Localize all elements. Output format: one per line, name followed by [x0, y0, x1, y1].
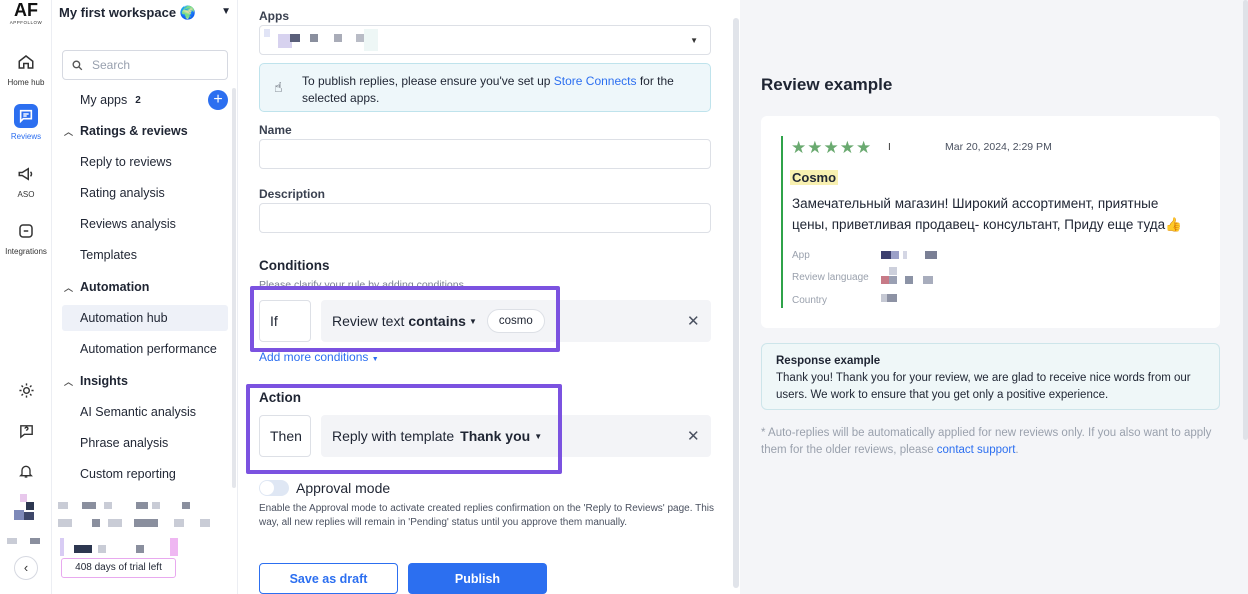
conditions-title: Conditions	[259, 258, 330, 273]
review-date: Mar 20, 2024, 2:29 PM	[945, 141, 1052, 153]
add-more-conditions-link[interactable]: Add more conditions ▼	[259, 350, 379, 364]
auto-reply-footnote: * Auto-replies will be automatically app…	[761, 427, 1212, 456]
meta-language-label: Review language	[792, 272, 869, 283]
sidebar-item-reviews-analysis[interactable]: Reviews analysis	[52, 211, 238, 237]
store-connects-notice: ☝ To publish replies, please ensure you'…	[259, 63, 711, 112]
remove-action-icon[interactable]: ✕	[687, 427, 700, 445]
apps-label: Apps	[259, 9, 289, 23]
sidebar-item-templates[interactable]: Templates	[52, 242, 238, 268]
review-text: Замечательный магазин! Широкий ассортиме…	[792, 196, 1182, 232]
sidebar-section-insights[interactable]: ︿ Insights	[52, 368, 238, 394]
workspace-switcher[interactable]: My first workspace 🌍 ▼	[59, 4, 231, 22]
sidebar-item-my-apps[interactable]: My apps 2 +	[52, 87, 238, 113]
appfollow-logo[interactable]: AF APPFOLLOW	[6, 0, 46, 25]
star-rating: ★★★★★	[791, 138, 873, 157]
theme-icon[interactable]	[16, 380, 36, 400]
collapse-sidebar-button[interactable]: ‹	[14, 556, 38, 580]
review-preview-panel: Review example ★★★★★ I Mar 20, 2024, 2:2…	[740, 0, 1248, 594]
sidebar-section-automation[interactable]: ︿ Automation	[52, 274, 238, 300]
remove-condition-icon[interactable]: ✕	[687, 312, 700, 330]
chevron-down-icon: ▼	[221, 6, 231, 17]
name-input[interactable]	[259, 139, 711, 169]
sidebar-item-ai-semantic-analysis[interactable]: AI Semantic analysis	[52, 399, 238, 425]
apps-select[interactable]: ▼	[259, 25, 711, 55]
description-input[interactable]	[259, 203, 711, 233]
home-icon	[14, 50, 38, 74]
sidebar-scrollbar[interactable]	[232, 88, 236, 488]
meta-app-label: App	[792, 250, 810, 261]
automation-rule-form: Apps ▼ ☝ To publish replies, please ensu…	[238, 0, 733, 594]
bell-icon[interactable]	[16, 461, 36, 481]
trial-badge[interactable]: 408 days of trial left	[61, 558, 176, 578]
highlight-box	[246, 384, 562, 474]
chevron-up-icon: ︿	[64, 126, 74, 137]
caret-down-icon: ▼	[371, 356, 379, 363]
chevron-up-icon: ︿	[64, 282, 74, 293]
separator: I	[888, 142, 891, 153]
help-icon[interactable]	[16, 421, 36, 441]
response-example-text: Thank you! Thank you for your review, we…	[776, 372, 1191, 401]
rail-integrations[interactable]: Integrations	[0, 219, 52, 256]
left-rail: AF APPFOLLOW Home hub Reviews ASO Integr…	[0, 0, 52, 594]
response-example: Response example Thank you! Thank you fo…	[761, 343, 1220, 410]
review-example-title: Review example	[761, 75, 893, 94]
sidebar-item-phrase-analysis[interactable]: Phrase analysis	[52, 430, 238, 456]
avatar[interactable]	[14, 494, 40, 528]
review-example-card: ★★★★★ I Mar 20, 2024, 2:29 PM Cosmo Заме…	[761, 116, 1220, 328]
sidebar-item-reply-to-reviews[interactable]: Reply to reviews	[52, 149, 238, 175]
review-author: Cosmo	[790, 170, 839, 185]
sidebar-item-rating-analysis[interactable]: Rating analysis	[52, 180, 238, 206]
megaphone-icon	[14, 162, 38, 186]
contact-support-link[interactable]: contact support	[937, 444, 1016, 456]
approval-mode-description: Enable the Approval mode to activate cre…	[259, 503, 714, 528]
sidebar-item-custom-reporting[interactable]: Custom reporting	[52, 461, 238, 487]
approval-mode-label: Approval mode	[296, 480, 391, 496]
rail-aso[interactable]: ASO	[0, 162, 52, 199]
user-name-blur	[7, 538, 17, 544]
rail-reviews[interactable]: Reviews	[0, 104, 52, 141]
review-accent-bar	[781, 136, 783, 308]
main-scrollbar[interactable]	[733, 18, 739, 588]
chevron-down-icon: ▼	[690, 36, 698, 45]
sidebar-item-automation-performance[interactable]: Automation performance	[52, 336, 238, 362]
pointing-hand-icon: ☝	[274, 79, 283, 95]
sidebar-item-automation-hub[interactable]: Automation hub	[62, 305, 228, 331]
response-example-title: Response example	[776, 355, 881, 367]
search-input[interactable]: Search	[62, 50, 228, 80]
search-icon	[72, 59, 83, 70]
highlight-box	[250, 286, 560, 352]
chat-icon	[14, 104, 38, 128]
meta-country-label: Country	[792, 295, 828, 306]
name-label: Name	[259, 123, 292, 137]
store-connects-link[interactable]: Store Connects	[554, 74, 637, 88]
sidebar-section-ratings-reviews[interactable]: ︿ Ratings & reviews	[52, 118, 238, 144]
publish-button[interactable]: Publish	[408, 563, 547, 594]
description-label: Description	[259, 187, 326, 201]
chevron-up-icon: ︿	[64, 376, 74, 387]
save-as-draft-button[interactable]: Save as draft	[259, 563, 398, 594]
approval-mode-toggle[interactable]	[259, 480, 289, 496]
sidebar: My first workspace 🌍 ▼ Search My apps 2 …	[52, 0, 238, 594]
integrations-icon	[14, 219, 38, 243]
add-app-button[interactable]: +	[208, 90, 228, 110]
user-name-blur	[30, 538, 40, 544]
preview-scrollbar[interactable]	[1243, 0, 1248, 440]
rail-home-hub[interactable]: Home hub	[0, 50, 52, 87]
